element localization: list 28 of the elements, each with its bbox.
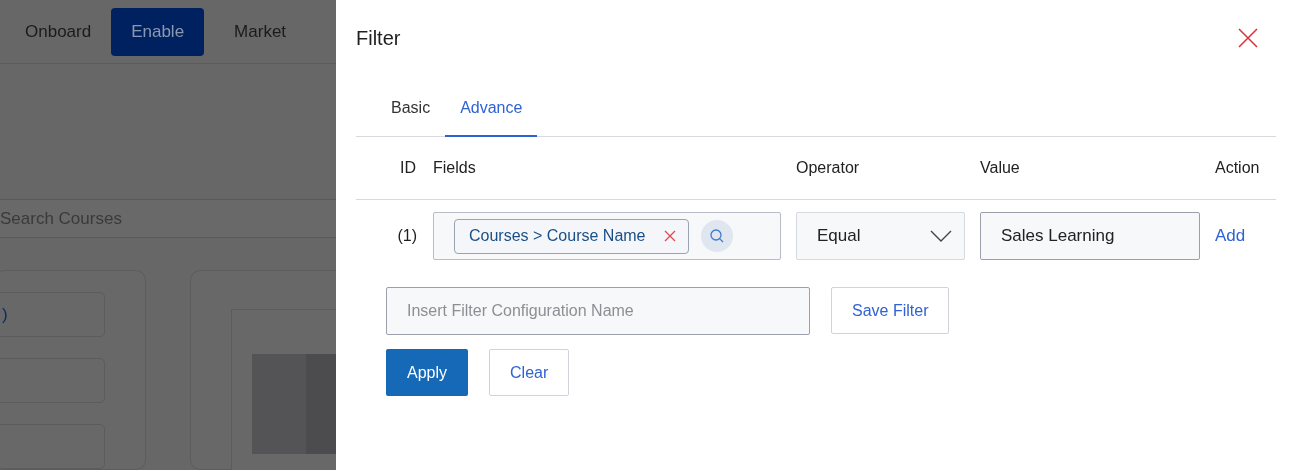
column-header: Action (1215, 159, 1261, 177)
value-input[interactable]: Sales Learning (980, 212, 1200, 260)
save-filter-button[interactable]: Save Filter (831, 287, 950, 334)
config-name-input[interactable]: Insert Filter Configuration Name (386, 287, 810, 335)
tab[interactable]: Advance (445, 85, 538, 137)
nav-tab[interactable]: Market (214, 7, 307, 56)
clear-button[interactable]: Clear (489, 349, 570, 396)
search-icon (708, 228, 725, 244)
nav-tab[interactable]: Enable (111, 7, 205, 56)
close-icon (1236, 26, 1260, 50)
add-link[interactable]: Add (1215, 226, 1276, 246)
remove-button[interactable] (663, 230, 676, 242)
close-button[interactable] (1236, 26, 1260, 50)
close-icon (663, 230, 676, 242)
chevron-down-icon (930, 230, 952, 242)
column-header: ID (400, 159, 417, 177)
apply-button[interactable]: Apply (386, 349, 469, 396)
search-button[interactable] (700, 220, 733, 252)
operator-dropdown[interactable]: Equal (796, 212, 965, 260)
row-id: (1) (397, 227, 418, 245)
panel-title: Filter (356, 26, 401, 50)
column-header: Fields (433, 159, 477, 177)
tab[interactable]: Basic (376, 85, 446, 137)
column-header: Operator (796, 159, 861, 177)
tag-label: Courses > Course Name (469, 227, 646, 245)
fields-field[interactable]: Courses > Course Name (433, 212, 781, 260)
nav-tab[interactable]: Onboard (5, 7, 112, 56)
column-header: Value (980, 159, 1021, 177)
